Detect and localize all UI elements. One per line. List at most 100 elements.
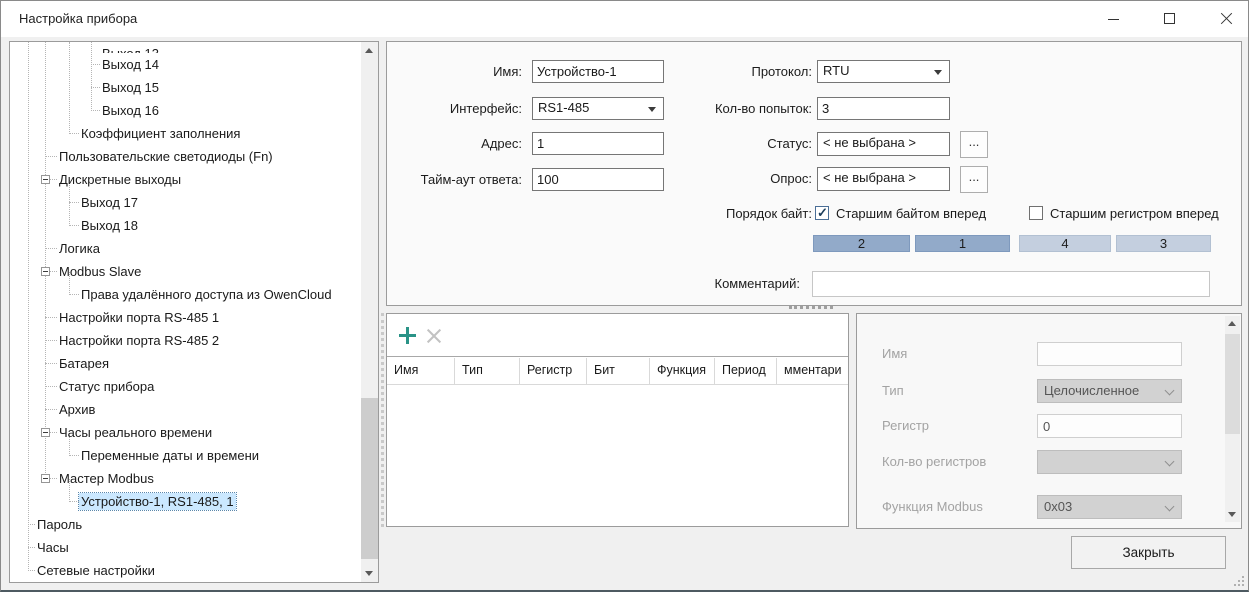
interface-select[interactable]: RS1-485 (532, 97, 664, 120)
name-input[interactable] (532, 60, 664, 83)
retries-label: Кол-во попыток: (667, 101, 812, 116)
column-header[interactable]: Тип (455, 358, 520, 384)
column-header[interactable]: мментари (777, 358, 850, 384)
tree-item[interactable]: Выход 13 (10, 42, 360, 53)
column-header[interactable]: Период (715, 358, 777, 384)
poll-browse-button[interactable]: ... (960, 166, 988, 193)
collapse-icon[interactable] (41, 175, 50, 184)
var-register-count-select (1037, 450, 1182, 474)
protocol-label: Протокол: (667, 64, 812, 79)
chevron-down-icon (1165, 457, 1175, 467)
maximize-icon (1164, 13, 1175, 24)
byte-first-checkbox-label[interactable]: Старшим байтом вперед (836, 206, 986, 221)
scroll-down-icon[interactable] (365, 571, 373, 576)
tree-item[interactable]: Сетевые настройки (10, 559, 360, 582)
byte-box-2: 2 (813, 235, 910, 252)
tree-item[interactable]: Выход 18 (10, 214, 360, 237)
tree-item[interactable]: Выход 17 (10, 191, 360, 214)
protocol-select[interactable]: RTU (817, 60, 950, 83)
tree-item[interactable]: Выход 16 (10, 99, 360, 122)
add-variable-icon[interactable] (399, 327, 416, 344)
tree-item[interactable]: Часы реального времени (10, 421, 360, 444)
column-header[interactable]: Имя (387, 358, 455, 384)
scroll-up-icon[interactable] (1228, 321, 1236, 326)
scrollbar-thumb[interactable] (1225, 334, 1240, 434)
column-header[interactable]: Регистр (520, 358, 587, 384)
tree-item[interactable]: Выход 14 (10, 53, 360, 76)
tree-item[interactable]: Пароль (10, 513, 360, 536)
byte-box-3: 3 (1116, 235, 1211, 252)
vertical-splitter[interactable] (381, 313, 384, 527)
status-value[interactable]: < не выбрана > (817, 132, 950, 156)
device-settings-dialog: Настройка прибора Выход 13 Выход 14 Выхо… (0, 0, 1249, 592)
settings-tree: Выход 13 Выход 14 Выход 15 Выход 16 Коэф… (9, 41, 379, 583)
register-first-checkbox-label[interactable]: Старшим регистром вперед (1050, 206, 1219, 221)
var-name-input (1037, 342, 1182, 366)
resize-grip-icon[interactable] (1234, 576, 1244, 586)
minimize-icon (1108, 19, 1119, 20)
byte-box-1: 1 (915, 235, 1010, 252)
name-label: Имя: (387, 64, 522, 79)
delete-variable-icon[interactable] (425, 327, 443, 345)
interface-label: Интерфейс: (387, 101, 522, 116)
tree-item[interactable]: Настройки порта RS-485 1 (10, 306, 360, 329)
tree-item[interactable]: Коэффициент заполнения (10, 122, 360, 145)
status-browse-button[interactable]: ... (960, 131, 988, 158)
tree-item-selected[interactable]: Устройство-1, RS1-485, 1 (10, 490, 360, 513)
retries-input[interactable] (817, 97, 950, 120)
tree-item[interactable]: Мастер Modbus (10, 467, 360, 490)
register-first-checkbox[interactable] (1029, 206, 1043, 220)
var-type-label: Тип (882, 383, 904, 398)
tree-item[interactable]: Часы (10, 536, 360, 559)
minimize-button[interactable] (1091, 1, 1137, 37)
variables-table-panel: Имя Тип Регистр Бит Функция Период ммент… (386, 313, 849, 527)
byte-first-checkbox[interactable] (815, 206, 829, 220)
close-button[interactable] (1203, 1, 1249, 37)
titlebar: Настройка прибора (1, 1, 1248, 37)
tree-item[interactable]: Выход 15 (10, 76, 360, 99)
tree-scrollbar[interactable] (361, 42, 378, 582)
tree-item[interactable]: Пользовательские светодиоды (Fn) (10, 145, 360, 168)
collapse-icon[interactable] (41, 428, 50, 437)
byte-box-4: 4 (1019, 235, 1111, 252)
tree-item[interactable]: Настройки порта RS-485 2 (10, 329, 360, 352)
chevron-down-icon (1165, 386, 1175, 396)
tree-item[interactable]: Статус прибора (10, 375, 360, 398)
scroll-up-icon[interactable] (365, 48, 373, 53)
tree-item[interactable]: Логика (10, 237, 360, 260)
scroll-down-icon[interactable] (1228, 512, 1236, 517)
var-modbus-function-label: Функция Modbus (882, 499, 983, 514)
variables-table-header: Имя Тип Регистр Бит Функция Период ммент… (387, 358, 848, 385)
var-name-label: Имя (882, 346, 907, 361)
horizontal-splitter[interactable] (789, 306, 833, 309)
timeout-input[interactable] (532, 168, 664, 191)
tree-item[interactable]: Переменные даты и времени (10, 444, 360, 467)
tree-item[interactable]: Дискретные выходы (10, 168, 360, 191)
chevron-down-icon (934, 70, 942, 75)
device-form-panel: Имя: Интерфейс: RS1-485 Адрес: Тайм-аут … (386, 41, 1242, 306)
var-modbus-function-select: 0x03 (1037, 495, 1182, 519)
tree-item[interactable]: Архив (10, 398, 360, 421)
scrollbar-thumb[interactable] (361, 398, 378, 559)
var-register-count-label: Кол-во регистров (882, 454, 986, 469)
tree-item[interactable]: Modbus Slave (10, 260, 360, 283)
status-label: Статус: (667, 136, 812, 151)
window-title: Настройка прибора (19, 11, 137, 26)
var-register-label: Регистр (882, 418, 929, 433)
comment-input[interactable] (812, 271, 1210, 297)
address-input[interactable] (532, 132, 664, 155)
tree-item[interactable]: Батарея (10, 352, 360, 375)
tree-item[interactable]: Права удалённого доступа из OwenCloud (10, 283, 360, 306)
column-header[interactable]: Функция (650, 358, 715, 384)
chevron-down-icon (1165, 502, 1175, 512)
byte-order-label: Порядок байт: (667, 206, 812, 221)
column-header[interactable]: Бит (587, 358, 650, 384)
close-icon (1220, 13, 1232, 25)
close-dialog-button[interactable]: Закрыть (1071, 536, 1226, 569)
poll-value[interactable]: < не выбрана > (817, 167, 950, 191)
form-scrollbar[interactable] (1225, 316, 1240, 522)
chevron-down-icon (648, 107, 656, 112)
collapse-icon[interactable] (41, 267, 50, 276)
collapse-icon[interactable] (41, 474, 50, 483)
maximize-button[interactable] (1147, 1, 1193, 37)
